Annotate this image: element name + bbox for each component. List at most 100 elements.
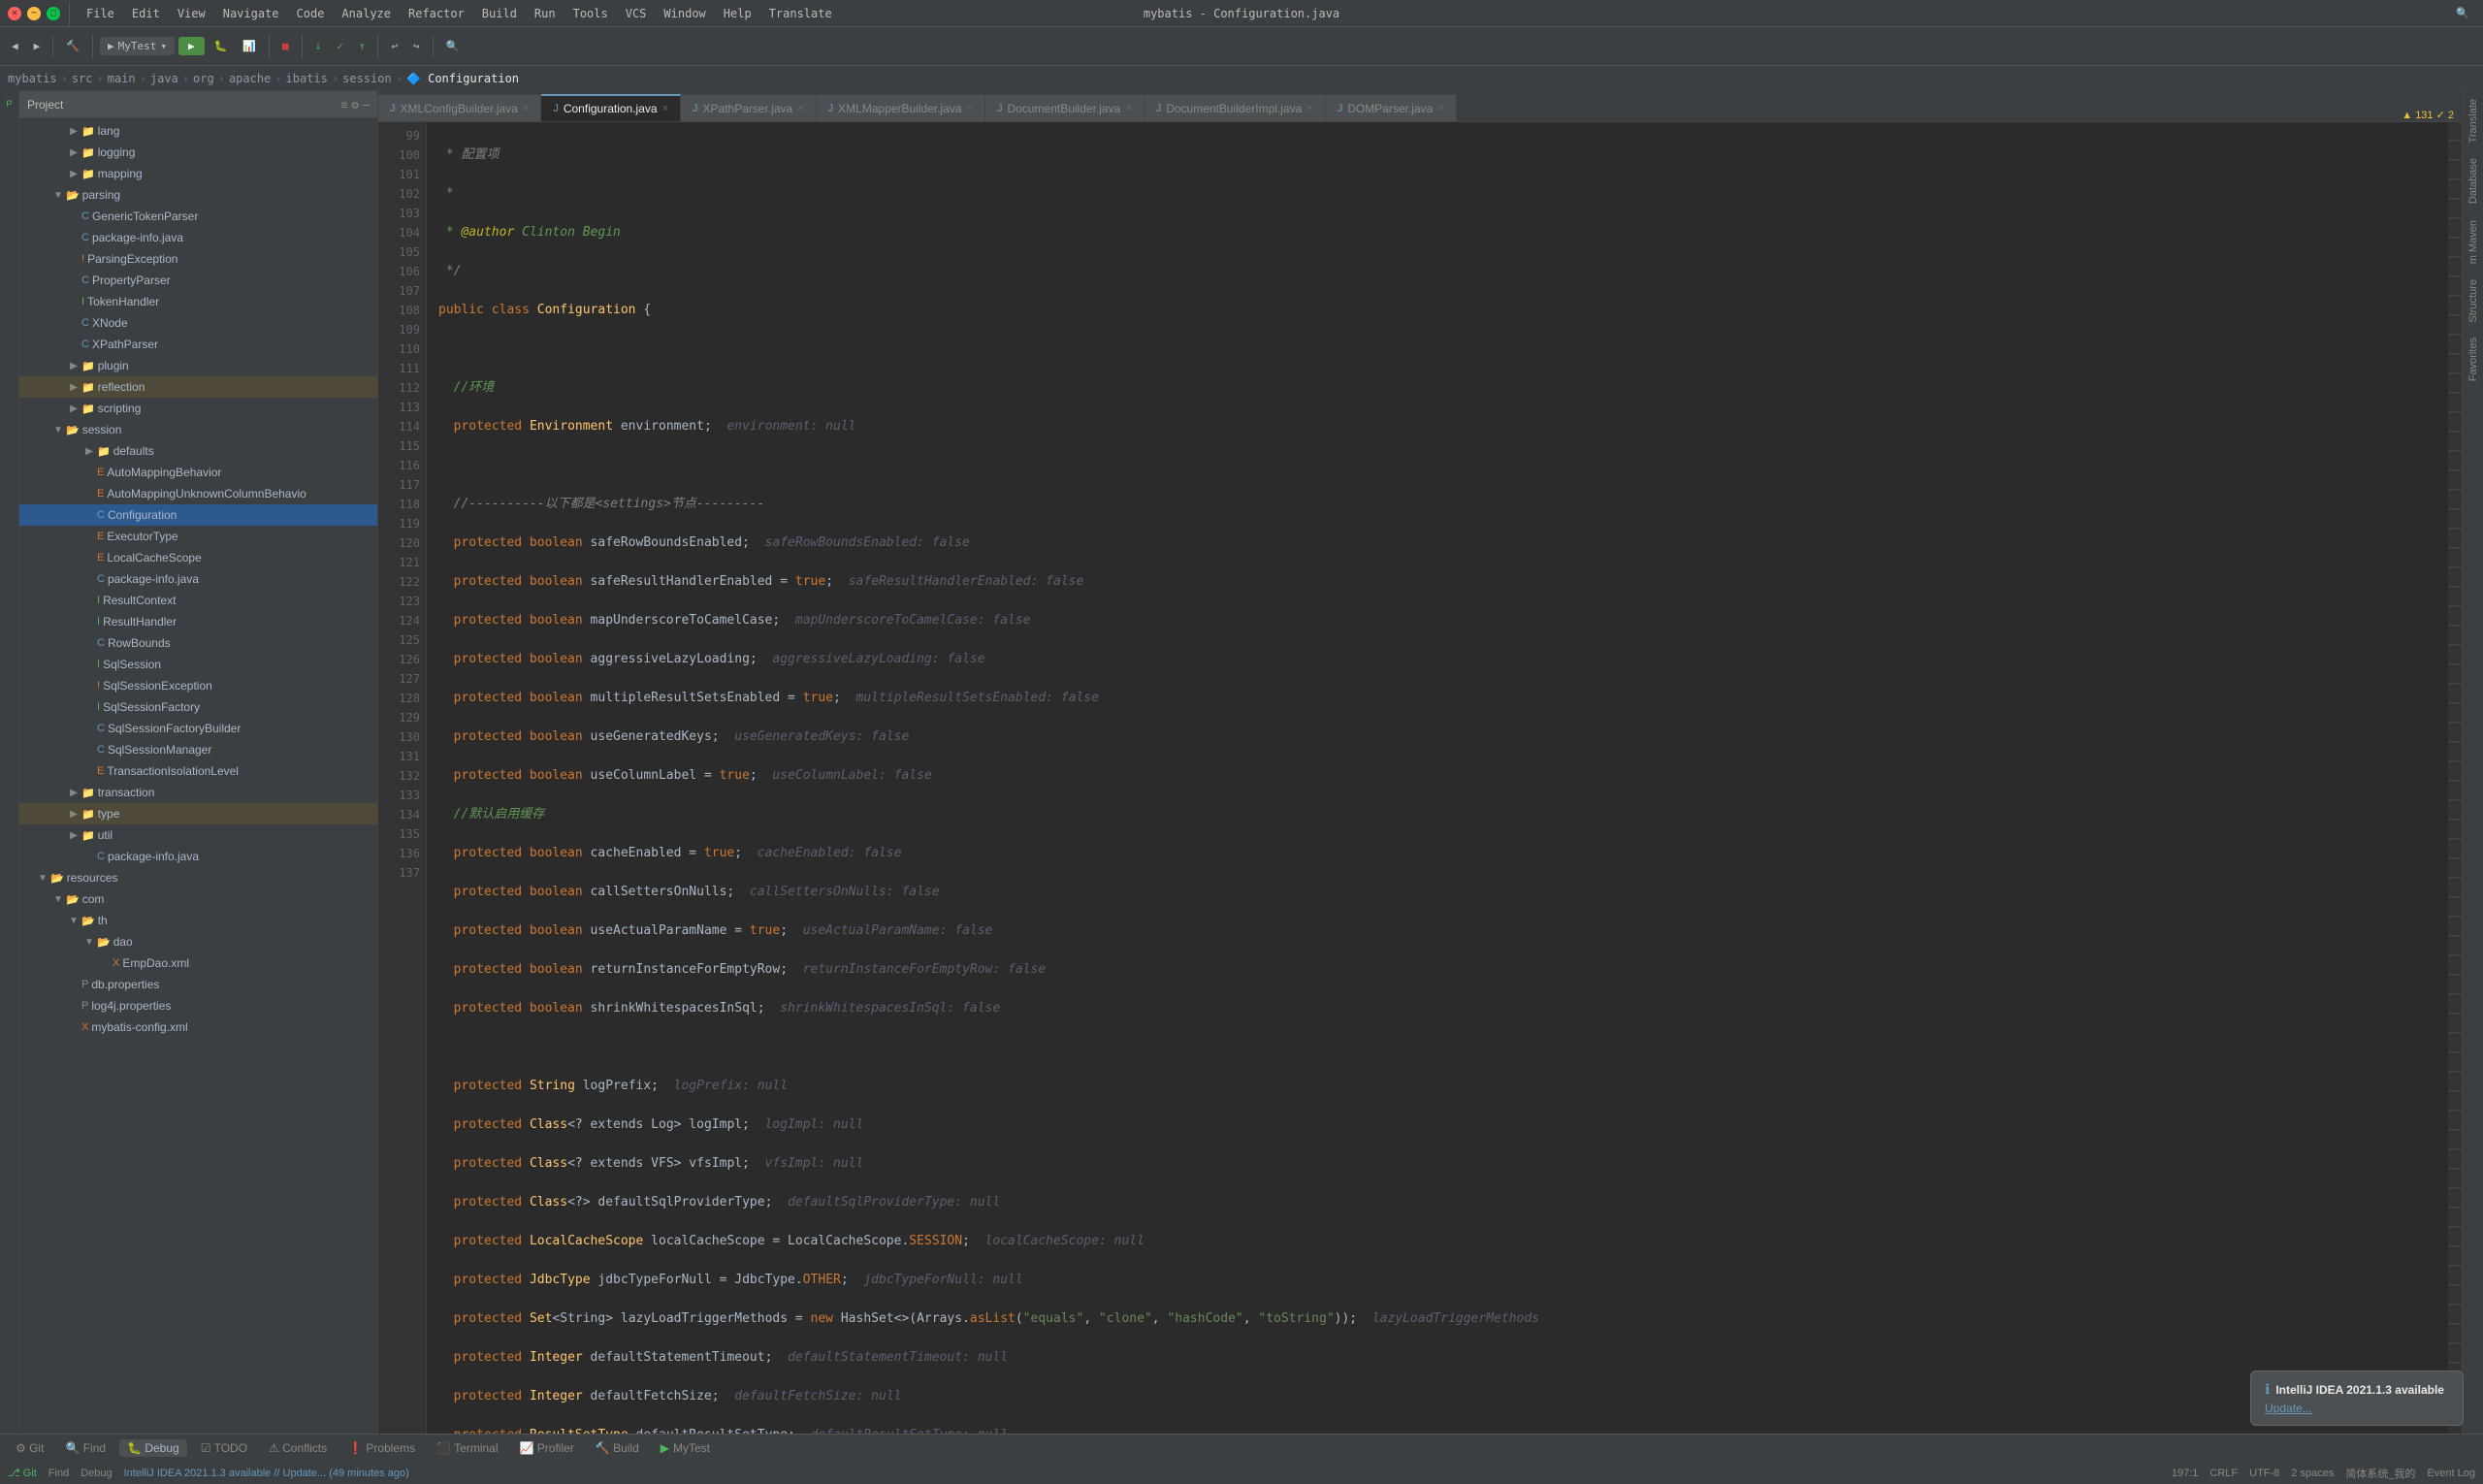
tab-XPathParser[interactable]: J XPathParser.java ×	[681, 94, 817, 121]
tree-node-session[interactable]: ▼ 📂 session	[19, 419, 377, 440]
tree-node-SqlSessionFactoryBuilder[interactable]: C SqlSessionFactoryBuilder	[19, 718, 377, 739]
run-btn[interactable]: ▶	[178, 37, 205, 55]
breadcrumb-apache[interactable]: apache	[229, 72, 271, 85]
debug-status[interactable]: Debug	[81, 1468, 112, 1479]
menu-run[interactable]: Run	[527, 5, 564, 22]
tab-DocumentBuilderImpl[interactable]: J DocumentBuilderImpl.java ×	[1145, 94, 1326, 121]
redo-btn[interactable]: ↪	[407, 37, 426, 55]
debug-tab-build[interactable]: 🔨 Build	[588, 1439, 647, 1457]
notif-update-link[interactable]: Update...	[2265, 1402, 2312, 1415]
panel-minimize-btn[interactable]: —	[363, 98, 370, 112]
tree-node-XNode[interactable]: C XNode	[19, 312, 377, 334]
menu-tools[interactable]: Tools	[565, 5, 616, 22]
structure-label[interactable]: Structure	[2466, 272, 2481, 331]
breadcrumb-src[interactable]: src	[72, 72, 93, 85]
tree-node-defaults[interactable]: ▶ 📁 defaults	[19, 440, 377, 462]
git-push-btn[interactable]: ↑	[353, 37, 371, 55]
tree-node-package-info3[interactable]: C package-info.java	[19, 846, 377, 867]
tab-close-btn[interactable]: ×	[662, 103, 668, 114]
tree-node-SqlSession[interactable]: I SqlSession	[19, 654, 377, 675]
menu-window[interactable]: Window	[656, 5, 713, 22]
stop-btn[interactable]: ■	[276, 37, 295, 55]
breadcrumb-mybatis[interactable]: mybatis	[8, 72, 57, 85]
debug-tab-debug[interactable]: 🐛 Debug	[119, 1439, 187, 1457]
git-commit-btn[interactable]: ✓	[331, 37, 349, 55]
menu-file[interactable]: File	[79, 5, 122, 22]
tree-node-TransactionIsolationLevel[interactable]: E TransactionIsolationLevel	[19, 760, 377, 782]
event-log[interactable]: Event Log	[2427, 1468, 2475, 1479]
tree-node-resources[interactable]: ▼ 📂 resources	[19, 867, 377, 888]
back-btn[interactable]: ◀	[6, 37, 24, 55]
tree-node-mybatis-config[interactable]: X mybatis-config.xml	[19, 1016, 377, 1038]
menu-edit[interactable]: Edit	[124, 5, 168, 22]
git-status[interactable]: ⎇ Git	[8, 1467, 37, 1479]
tree-node-parsing[interactable]: ▼ 📂 parsing	[19, 184, 377, 206]
tree-node-ParsingException[interactable]: ! ParsingException	[19, 248, 377, 270]
menu-navigate[interactable]: Navigate	[215, 5, 287, 22]
cursor-position[interactable]: 197:1	[2172, 1468, 2199, 1479]
tree-node-scripting[interactable]: ▶ 📁 scripting	[19, 398, 377, 419]
debug-btn[interactable]: 🐛	[209, 37, 234, 55]
tab-close-btn[interactable]: ×	[523, 103, 529, 114]
tree-node-package-info2[interactable]: C package-info.java	[19, 568, 377, 590]
menu-view[interactable]: View	[170, 5, 213, 22]
tree-node-th[interactable]: ▼ 📂 th	[19, 910, 377, 931]
forward-btn[interactable]: ▶	[28, 37, 47, 55]
tab-close-btn[interactable]: ×	[967, 103, 973, 114]
tree-node-util[interactable]: ▶ 📁 util	[19, 824, 377, 846]
breadcrumb-ibatis[interactable]: ibatis	[286, 72, 328, 85]
locale-info[interactable]: 简体系统_我的	[2345, 1466, 2415, 1481]
tab-Configuration[interactable]: J Configuration.java ×	[541, 94, 681, 121]
run-with-coverage-btn[interactable]: 📊	[237, 37, 262, 55]
tree-node-logging[interactable]: ▶ 📁 logging	[19, 142, 377, 163]
debug-tab-problems[interactable]: ❗ Problems	[340, 1439, 423, 1457]
debug-tab-todo[interactable]: ☑ TODO	[193, 1439, 255, 1457]
tree-node-LocalCacheScope[interactable]: E LocalCacheScope	[19, 547, 377, 568]
tab-close-btn[interactable]: ×	[797, 103, 803, 114]
tree-node-TokenHandler[interactable]: I TokenHandler	[19, 291, 377, 312]
favorites-label[interactable]: Favorites	[2466, 330, 2481, 389]
build-btn[interactable]: 🔨	[60, 37, 85, 55]
tree-node-dao[interactable]: ▼ 📂 dao	[19, 931, 377, 952]
tab-close-btn[interactable]: ×	[1125, 103, 1131, 114]
translate-label[interactable]: Translate	[2466, 91, 2481, 150]
tree-node-ResultHandler[interactable]: I ResultHandler	[19, 611, 377, 632]
tree-node-XPathParser[interactable]: C XPathParser	[19, 334, 377, 355]
menu-analyze[interactable]: Analyze	[334, 5, 399, 22]
tree-node-SqlSessionException[interactable]: ! SqlSessionException	[19, 675, 377, 696]
tree-node-PropertyParser[interactable]: C PropertyParser	[19, 270, 377, 291]
debug-tab-terminal[interactable]: ⬛ Terminal	[429, 1439, 505, 1457]
menu-vcs[interactable]: VCS	[618, 5, 655, 22]
tree-node-transaction[interactable]: ▶ 📁 transaction	[19, 782, 377, 803]
find-status[interactable]: Find	[48, 1468, 69, 1479]
minimize-button[interactable]: −	[27, 7, 41, 20]
tree-node-com[interactable]: ▼ 📂 com	[19, 888, 377, 910]
menu-translate[interactable]: Translate	[761, 5, 840, 22]
tree-node-SqlSessionManager[interactable]: C SqlSessionManager	[19, 739, 377, 760]
run-config-dropdown[interactable]: ▶ MyTest ▾	[100, 37, 175, 55]
tab-XMLMapperBuilder[interactable]: J XMLMapperBuilder.java ×	[817, 94, 985, 121]
tree-node-AutoMappingUnknown[interactable]: E AutoMappingUnknownColumnBehavio	[19, 483, 377, 504]
menu-build[interactable]: Build	[474, 5, 525, 22]
tab-DOMParser[interactable]: J DOMParser.java ×	[1326, 94, 1457, 121]
code-content[interactable]: * 配置项 * * @author Clinton Begin */ publi…	[427, 122, 2448, 1434]
tree-node-ResultContext[interactable]: I ResultContext	[19, 590, 377, 611]
line-separator[interactable]: CRLF	[2209, 1468, 2238, 1479]
tree-node-SqlSessionFactory[interactable]: I SqlSessionFactory	[19, 696, 377, 718]
encoding[interactable]: UTF-8	[2249, 1468, 2279, 1479]
tab-close-btn[interactable]: ×	[1306, 103, 1312, 114]
close-button[interactable]: ✕	[8, 7, 21, 20]
tree-node-ExecutorType[interactable]: E ExecutorType	[19, 526, 377, 547]
breadcrumb-java[interactable]: java	[150, 72, 178, 85]
tree-node-AutoMappingBehavior[interactable]: E AutoMappingBehavior	[19, 462, 377, 483]
menu-help[interactable]: Help	[716, 5, 759, 22]
tree-node-type[interactable]: ▶ 📁 type	[19, 803, 377, 824]
tree-node-log4j-props[interactable]: P log4j.properties	[19, 995, 377, 1016]
tree-node-RowBounds[interactable]: C RowBounds	[19, 632, 377, 654]
tree-node-mapping[interactable]: ▶ 📁 mapping	[19, 163, 377, 184]
tree-node-db-props[interactable]: P db.properties	[19, 974, 377, 995]
git-update-btn[interactable]: ↓	[309, 37, 328, 55]
code-editor[interactable]: 99 100 101 102 103 104 105 106 107 108 1…	[378, 122, 2462, 1434]
tree-node-EmpDao[interactable]: X EmpDao.xml	[19, 952, 377, 974]
tree-node-Configuration[interactable]: C Configuration	[19, 504, 377, 526]
